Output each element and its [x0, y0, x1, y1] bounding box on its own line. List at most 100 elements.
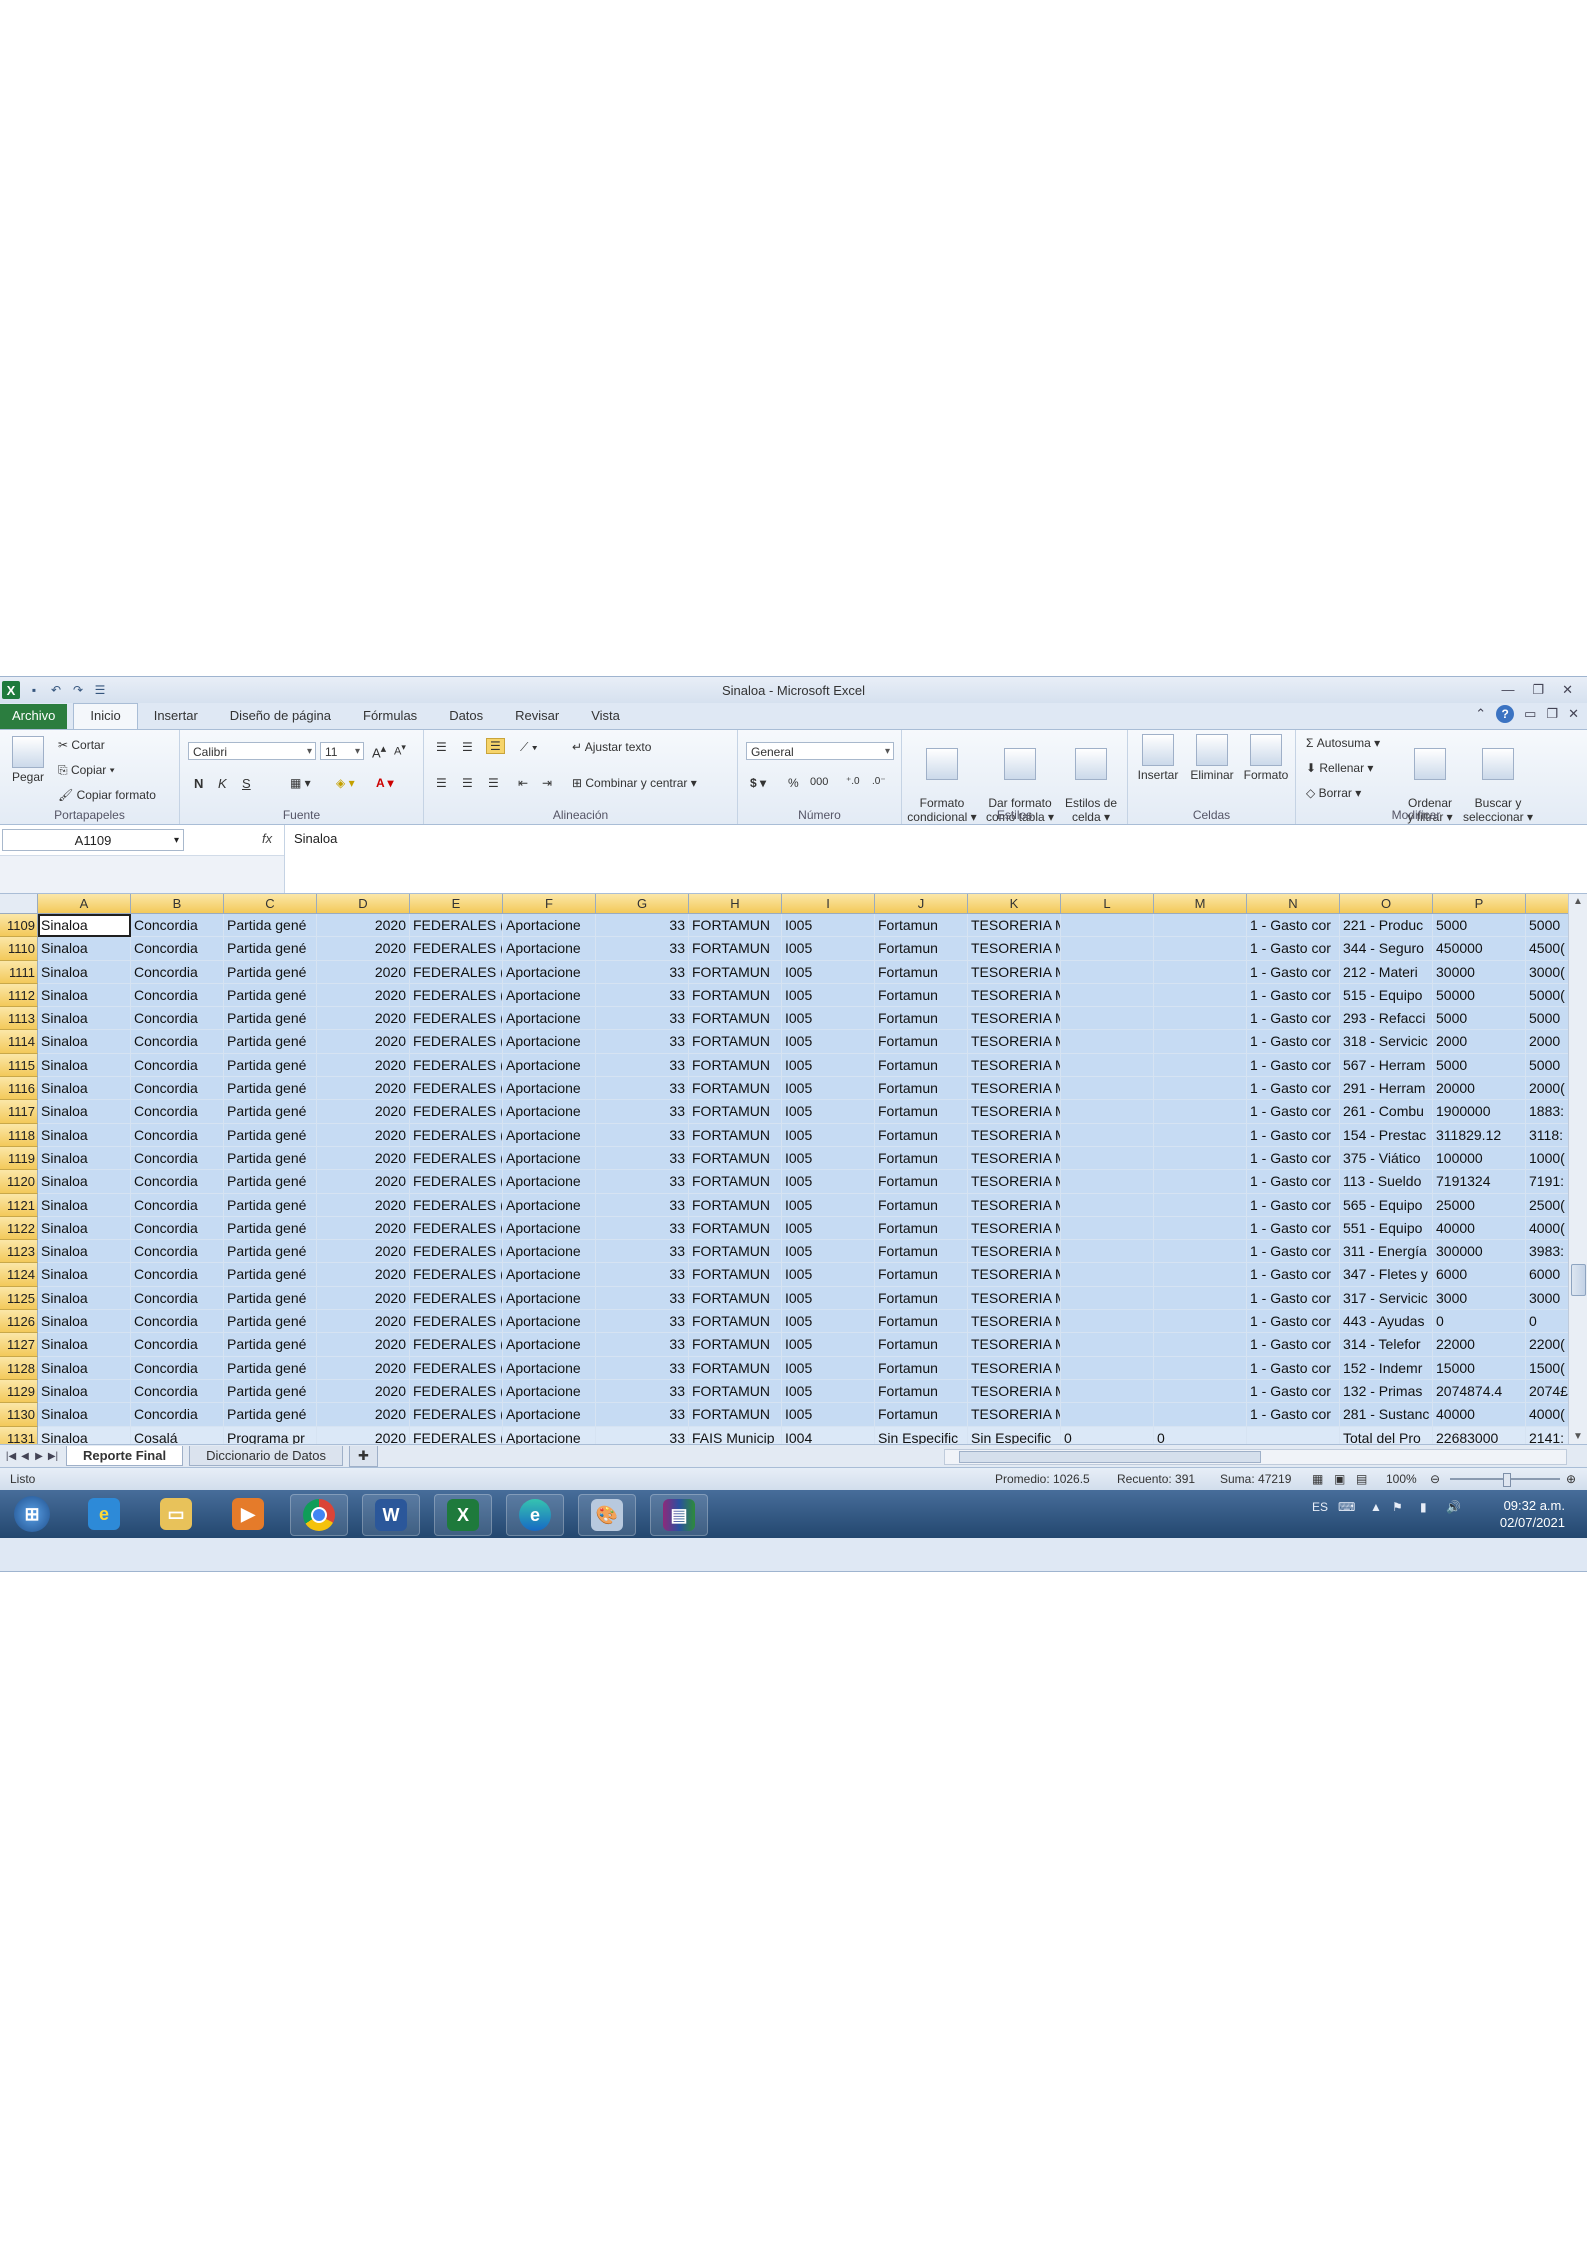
column-header[interactable]: B [131, 894, 224, 914]
grid-cell[interactable]: Sinaloa [38, 1240, 131, 1264]
wrap-text-button[interactable]: ↵ Ajustar texto [572, 740, 651, 754]
grid-cell[interactable] [1154, 1216, 1247, 1241]
grid-cell[interactable]: 1 - Gasto cor [1247, 1379, 1340, 1404]
grid-cell[interactable]: 1 - Gasto cor [1247, 1077, 1340, 1101]
grid-cell[interactable]: FEDERALES ( [410, 1403, 503, 1427]
taskbar-edge[interactable]: e [506, 1494, 564, 1536]
grid-cell[interactable]: FORTAMUN [689, 1263, 782, 1287]
vertical-scrollbar[interactable]: ▲ ▼ [1568, 894, 1587, 1444]
column-header[interactable]: C [224, 894, 317, 914]
grid-cell[interactable]: 33 [596, 1030, 689, 1054]
grid-cell[interactable]: Fortamun [875, 1403, 968, 1427]
grid-cell[interactable]: Sinaloa [38, 1310, 131, 1334]
sheet-tab-diccionario[interactable]: Diccionario de Datos [189, 1446, 344, 1466]
grid-cell[interactable]: Partida gené [224, 914, 317, 938]
grid-cell[interactable]: 33 [596, 1007, 689, 1031]
grid-cell[interactable] [1061, 1216, 1154, 1241]
grid-cell[interactable]: I005 [782, 1170, 875, 1194]
grid-cell[interactable]: FORTAMUN [689, 983, 782, 1008]
normal-view-icon[interactable]: ▦ [1312, 1472, 1323, 1486]
grid-cell[interactable] [1154, 1286, 1247, 1311]
font-size-combo[interactable]: 11 [320, 742, 364, 761]
taskbar-excel[interactable]: X [434, 1494, 492, 1536]
grid-cell[interactable]: TESORERIA M [968, 1146, 1061, 1171]
delete-cells-button[interactable]: Eliminar [1184, 734, 1240, 782]
grid-cell[interactable]: 33 [596, 1123, 689, 1147]
grid-cell[interactable]: 2020 [317, 1146, 410, 1171]
grid-cell[interactable]: FEDERALES ( [410, 1170, 503, 1194]
grid-cell[interactable]: 1 - Gasto cor [1247, 1193, 1340, 1217]
taskbar-paint[interactable]: 🎨 [578, 1494, 636, 1536]
grid-cell[interactable]: Concordia [131, 1193, 224, 1217]
column-header[interactable]: O [1340, 894, 1433, 914]
grid-cell[interactable]: Fortamun [875, 1240, 968, 1264]
row-header[interactable]: 1123 [0, 1240, 38, 1264]
grid-cell[interactable]: 1 - Gasto cor [1247, 1100, 1340, 1124]
grid-cell[interactable]: Partida gené [224, 1240, 317, 1264]
grid-cell[interactable]: Sinaloa [38, 1007, 131, 1031]
grid-cell[interactable] [1061, 937, 1154, 961]
paste-button[interactable]: Pegar [6, 736, 50, 784]
grid-cell[interactable]: 33 [596, 1333, 689, 1357]
grid-cell[interactable]: Partida gené [224, 960, 317, 984]
page-layout-view-icon[interactable]: ▣ [1334, 1472, 1345, 1486]
keyboard-icon[interactable]: ⌨ [1338, 1500, 1355, 1514]
taskbar-ie[interactable]: e [76, 1494, 132, 1534]
grid-cell[interactable]: Sinaloa [38, 1123, 131, 1147]
grid-cell[interactable]: 2020 [317, 1053, 410, 1078]
grid-cell[interactable]: 311829.12 [1433, 1123, 1526, 1147]
grid-cell[interactable]: I005 [782, 1193, 875, 1217]
grid-cell[interactable] [1154, 1100, 1247, 1124]
grid-cell[interactable]: 1 - Gasto cor [1247, 1356, 1340, 1380]
grid-cell[interactable]: 2020 [317, 1310, 410, 1334]
grid-cell[interactable]: Partida gené [224, 1310, 317, 1334]
grid-cell[interactable]: Fortamun [875, 914, 968, 938]
grid-cell[interactable]: I005 [782, 1379, 875, 1404]
grid-cell[interactable]: Aportacione [503, 1286, 596, 1311]
grid-cell[interactable]: 152 - Indemr [1340, 1356, 1433, 1380]
fill-button[interactable]: ⬇ Rellenar ▾ [1306, 761, 1373, 775]
grid-cell[interactable]: Programa pr [224, 1426, 317, 1444]
grid-cell[interactable]: Sinaloa [38, 960, 131, 984]
grid-cell[interactable]: Concordia [131, 914, 224, 938]
select-all-corner[interactable] [0, 894, 38, 914]
grid-cell[interactable]: Concordia [131, 1123, 224, 1147]
grid-cell[interactable]: TESORERIA M [968, 1286, 1061, 1311]
grid-cell[interactable]: TESORERIA M [968, 914, 1061, 938]
grid-cell[interactable]: Concordia [131, 1100, 224, 1124]
column-header[interactable]: H [689, 894, 782, 914]
percent-button[interactable]: % [788, 776, 799, 790]
grid-cell[interactable]: 314 - Telefor [1340, 1333, 1433, 1357]
grid-cell[interactable]: FEDERALES ( [410, 1379, 503, 1404]
grid-cell[interactable]: Partida gené [224, 1100, 317, 1124]
minimize-button[interactable]: — [1501, 682, 1514, 698]
column-header[interactable]: I [782, 894, 875, 914]
grid-cell[interactable]: TESORERIA M [968, 983, 1061, 1008]
grid-cell[interactable]: Sinaloa [38, 1379, 131, 1404]
grid-cell[interactable]: Fortamun [875, 1170, 968, 1194]
grid-cell[interactable] [1154, 1310, 1247, 1334]
grid-cell[interactable]: Sinaloa [38, 1403, 131, 1427]
workbook-restore-icon[interactable]: ❐ [1546, 706, 1558, 722]
grid-cell[interactable]: I005 [782, 1007, 875, 1031]
grid-cell[interactable]: TESORERIA M [968, 937, 1061, 961]
grid-cell[interactable]: Aportacione [503, 1403, 596, 1427]
grid-cell[interactable]: 33 [596, 1286, 689, 1311]
grid-cell[interactable]: 2020 [317, 1403, 410, 1427]
grid-cell[interactable]: 221 - Produc [1340, 914, 1433, 938]
grid-cell[interactable]: I005 [782, 937, 875, 961]
grid-cell[interactable]: 2020 [317, 983, 410, 1008]
grid-cell[interactable]: Concordia [131, 1403, 224, 1427]
grid-cell[interactable]: FORTAMUN [689, 1379, 782, 1404]
grid-cell[interactable]: Concordia [131, 1356, 224, 1380]
grid-cell[interactable]: 567 - Herram [1340, 1053, 1433, 1078]
grid-cell[interactable]: Aportacione [503, 1030, 596, 1054]
grid-cell[interactable]: Fortamun [875, 1030, 968, 1054]
grid-cell[interactable]: 2020 [317, 1007, 410, 1031]
grid-cell[interactable]: Fortamun [875, 1333, 968, 1357]
font-name-combo[interactable]: Calibri [188, 742, 316, 761]
grid-cell[interactable]: 33 [596, 1240, 689, 1264]
customize-toolbar-icon[interactable]: ☰ [92, 682, 108, 698]
grid-cell[interactable] [1154, 983, 1247, 1008]
grid-cell[interactable]: 1900000 [1433, 1100, 1526, 1124]
